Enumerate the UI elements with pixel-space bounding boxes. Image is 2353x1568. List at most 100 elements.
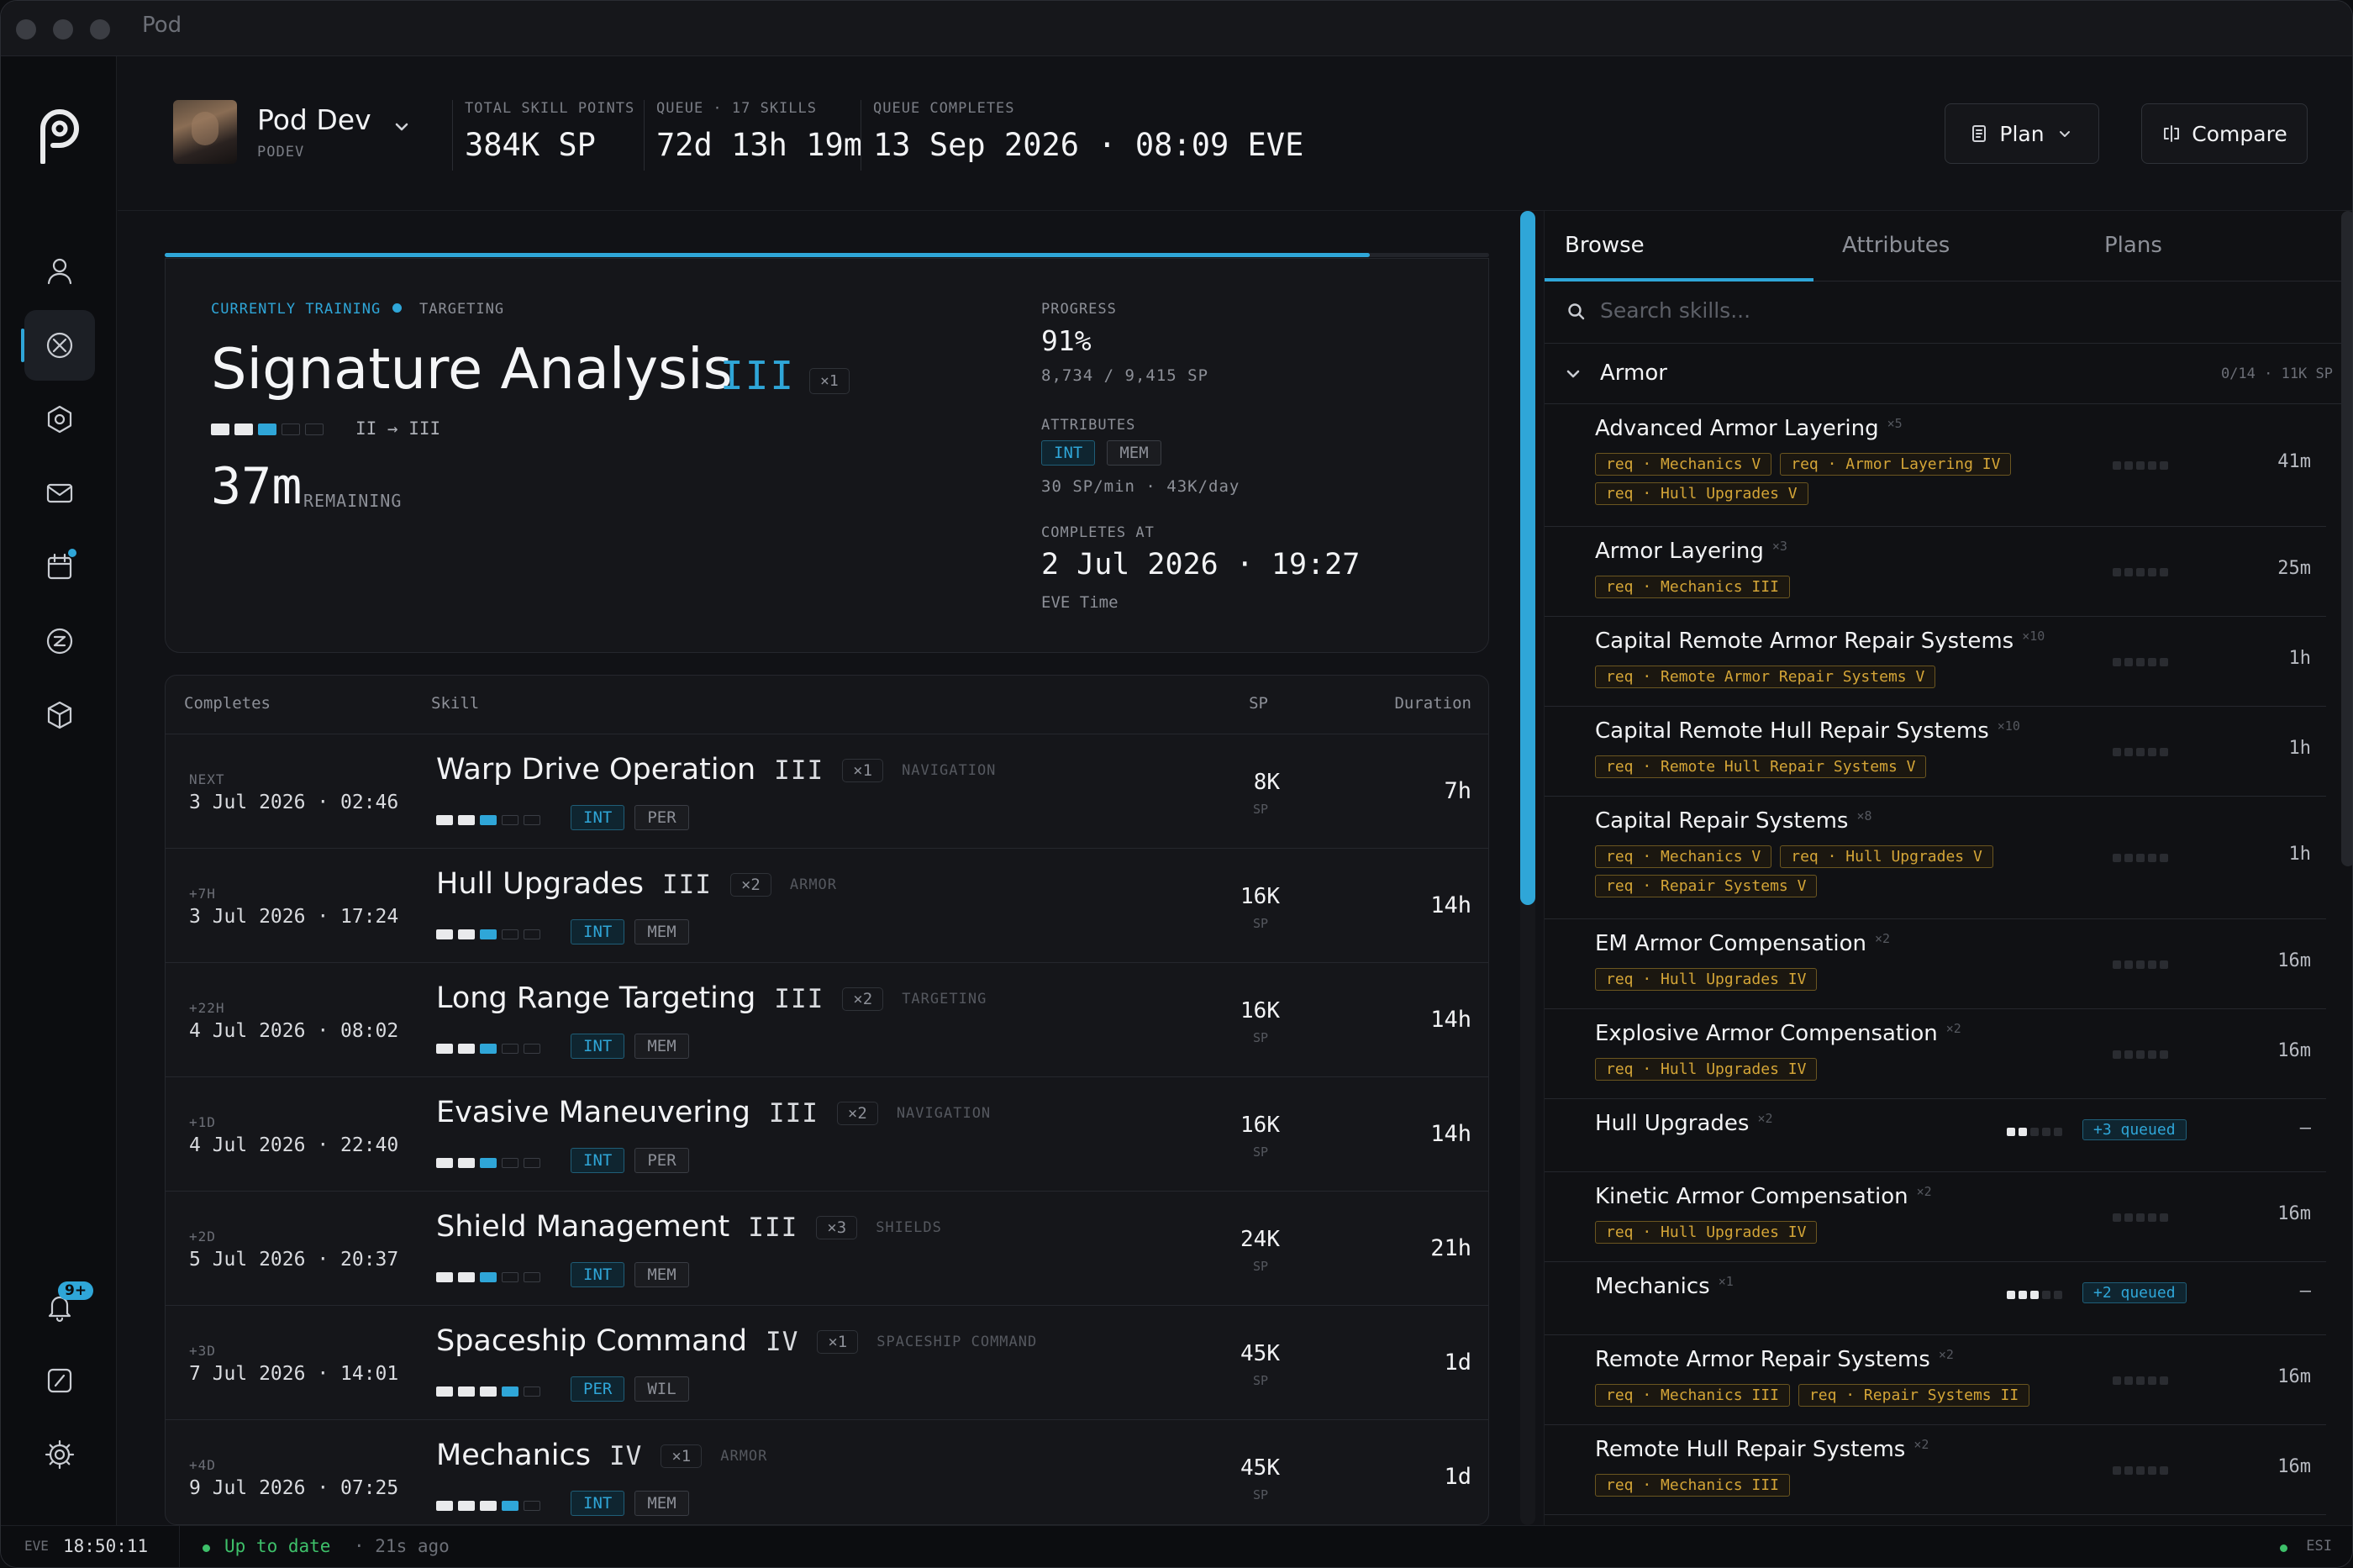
column-header-skill[interactable]: Skill [431, 694, 479, 713]
level-pip [524, 815, 540, 825]
column-header-duration[interactable]: Duration [1394, 694, 1471, 713]
minimize-window-button[interactable] [53, 19, 73, 39]
column-header-sp[interactable]: SP [1249, 694, 1268, 713]
skill-list-item[interactable]: Remote Armor Repair Systems ×2 req · Mecha… [1545, 1335, 2326, 1425]
skill-list-item[interactable]: Kinetic Armor Compensation ×2 req · Hull U… [1545, 1172, 2326, 1262]
skill-list-item[interactable]: Capital Repair Systems ×8 req · Mechanics … [1545, 797, 2326, 919]
sidebar-item-character[interactable] [24, 236, 95, 307]
level-dot [2148, 658, 2156, 666]
sidebar-item-assets[interactable] [24, 680, 95, 750]
skill-item-title: Capital Repair Systems ×8 [1595, 808, 1872, 834]
pilot-name[interactable]: Pod Dev [257, 103, 371, 136]
skill-list-item[interactable]: Capital Remote Hull Repair Systems ×10 req… [1545, 707, 2326, 797]
skill-item-name: Capital Remote Armor Repair Systems [1595, 629, 2014, 654]
skill-item-name: Explosive Armor Compensation [1595, 1021, 1938, 1046]
queue-sp: 8K [1253, 770, 1280, 795]
skill-list-item[interactable]: Hull Upgrades ×2 +3 queued — [1545, 1099, 2326, 1172]
level-dot [2136, 1213, 2145, 1222]
queue-sp: 45K [1240, 1341, 1280, 1366]
queue-relative-time: +7H [189, 886, 216, 902]
level-pip [480, 1272, 497, 1282]
queue-row[interactable]: +1D 4 Jul 2026 · 22:40 Evasive Maneuvering… [166, 1077, 1488, 1192]
sidebar-item-calendar[interactable] [24, 532, 95, 602]
queue-complete-date: 4 Jul 2026 · 22:40 [189, 1134, 399, 1156]
queue-skill-level: III [748, 1213, 798, 1243]
level-dot [2136, 1050, 2145, 1059]
level-pip [480, 1044, 497, 1054]
queue-duration: 21h [1430, 1235, 1471, 1261]
notifications-button[interactable]: 9+ [24, 1271, 95, 1342]
skill-search[interactable]: Search skills... [1545, 282, 2352, 344]
chevron-down-icon[interactable] [392, 117, 412, 137]
queue-duration: 14h [1430, 1121, 1471, 1147]
level-pip [458, 1272, 475, 1282]
skill-list-item[interactable]: Remote Hull Repair Systems ×2 req · Mechan… [1545, 1425, 2326, 1515]
attribute-chip-primary: INT [571, 1491, 625, 1516]
attribute-chip-secondary: MEM [634, 1491, 689, 1516]
sidebar-item-mail[interactable] [24, 458, 95, 529]
compare-button[interactable]: Compare [2141, 103, 2308, 164]
queue-row[interactable]: +2D 5 Jul 2026 · 20:37 Shield Management II… [166, 1192, 1488, 1306]
level-pip [458, 929, 475, 939]
gear-icon [45, 1439, 75, 1470]
sidebar-item-dashboard[interactable] [24, 1345, 95, 1416]
sidebar-item-wallet[interactable] [24, 606, 95, 676]
requirement-tag: req · Mechanics V [1595, 845, 1772, 868]
sidebar-item-fittings[interactable] [24, 384, 95, 455]
skill-list-item[interactable]: Armor Layering ×3 req · Mechanics III 25m [1545, 527, 2326, 617]
skill-item-title: Explosive Armor Compensation ×2 [1595, 1021, 1961, 1046]
level-dot [2160, 1050, 2168, 1059]
level-dot [2160, 1466, 2168, 1475]
requirement-list: req · Hull Upgrades IV [1595, 1221, 2133, 1244]
skill-list-item[interactable]: Mechanics ×1 +2 queued — [1545, 1262, 2326, 1335]
level-dot [2136, 658, 2145, 666]
requirement-tag: req · Remote Hull Repair Systems V [1595, 755, 1927, 778]
column-header-completes[interactable]: Completes [184, 694, 271, 713]
document-icon [1972, 125, 1987, 142]
queue-scrollbar-thumb[interactable] [1520, 211, 1535, 905]
skill-item-duration: 1h [2288, 738, 2312, 759]
queue-skill-multiplier: ×2 [836, 1102, 878, 1125]
queue-attributes: INT MEM [571, 1491, 689, 1516]
title-bar: Pod [1, 1, 2352, 56]
progress-label: PROGRESS [1041, 301, 1117, 318]
level-dot [2019, 1291, 2027, 1299]
avatar[interactable] [173, 100, 237, 164]
tab-browse[interactable]: Browse [1565, 233, 1645, 258]
skill-item-duration: 1h [2288, 844, 2312, 865]
skill-item-multiplier: ×3 [1771, 539, 1787, 554]
level-dot [2113, 1050, 2121, 1059]
level-transition: II → III [355, 418, 441, 439]
level-pip [524, 1158, 540, 1168]
queue-duration: 14h [1430, 1007, 1471, 1033]
plan-dropdown-button[interactable]: Plan [1945, 103, 2099, 164]
zoom-window-button[interactable] [90, 19, 110, 39]
tab-attributes[interactable]: Attributes [1842, 233, 1950, 258]
sidebar-item-settings[interactable] [24, 1419, 95, 1490]
level-dot [2019, 1128, 2027, 1136]
skill-item-duration: 1h [2288, 648, 2312, 669]
plan-label: Plan [1999, 121, 2045, 146]
queue-skill-name: Long Range Targeting [436, 981, 756, 1015]
sidebar-item-skills[interactable] [21, 310, 95, 381]
queue-row[interactable]: +3D 7 Jul 2026 · 14:01 Spaceship Command IV… [166, 1306, 1488, 1420]
queue-row[interactable]: NEXT 3 Jul 2026 · 02:46 Warp Drive Operati… [166, 734, 1488, 849]
queue-skill-level: III [774, 755, 824, 786]
queue-row[interactable]: +22H 4 Jul 2026 · 08:02 Long Range Targeti… [166, 963, 1488, 1077]
queue-row[interactable]: +4D 9 Jul 2026 · 07:25 Mechanics IV ×1 ARMOR I… [166, 1420, 1488, 1524]
skill-group-armor[interactable]: Armor 0/14 · 11K SP [1545, 344, 2352, 404]
training-indicator-dot [392, 303, 402, 313]
skill-list-item[interactable]: EM Armor Compensation ×2 req · Hull Upgrad… [1545, 919, 2326, 1009]
skill-list-item[interactable]: Capital Remote Armor Repair Systems ×10 re… [1545, 617, 2326, 707]
compare-label: Compare [2192, 121, 2287, 146]
level-dot [2160, 568, 2168, 576]
browser-scrollbar-thumb[interactable] [2341, 211, 2352, 866]
search-input[interactable]: Search skills... [1600, 298, 1750, 323]
close-window-button[interactable] [16, 19, 36, 39]
skill-list-item[interactable]: Explosive Armor Compensation ×2 req · Hull… [1545, 1009, 2326, 1099]
queue-skill: Warp Drive Operation III ×1 NAVIGATION [436, 753, 996, 787]
compare-icon [2164, 125, 2180, 142]
tab-plans[interactable]: Plans [2104, 233, 2162, 258]
skill-list-item[interactable]: Advanced Armor Layering ×5 req · Mechanics… [1545, 404, 2326, 527]
queue-row[interactable]: +7H 3 Jul 2026 · 17:24 Hull Upgrades III ×2 A… [166, 849, 1488, 963]
